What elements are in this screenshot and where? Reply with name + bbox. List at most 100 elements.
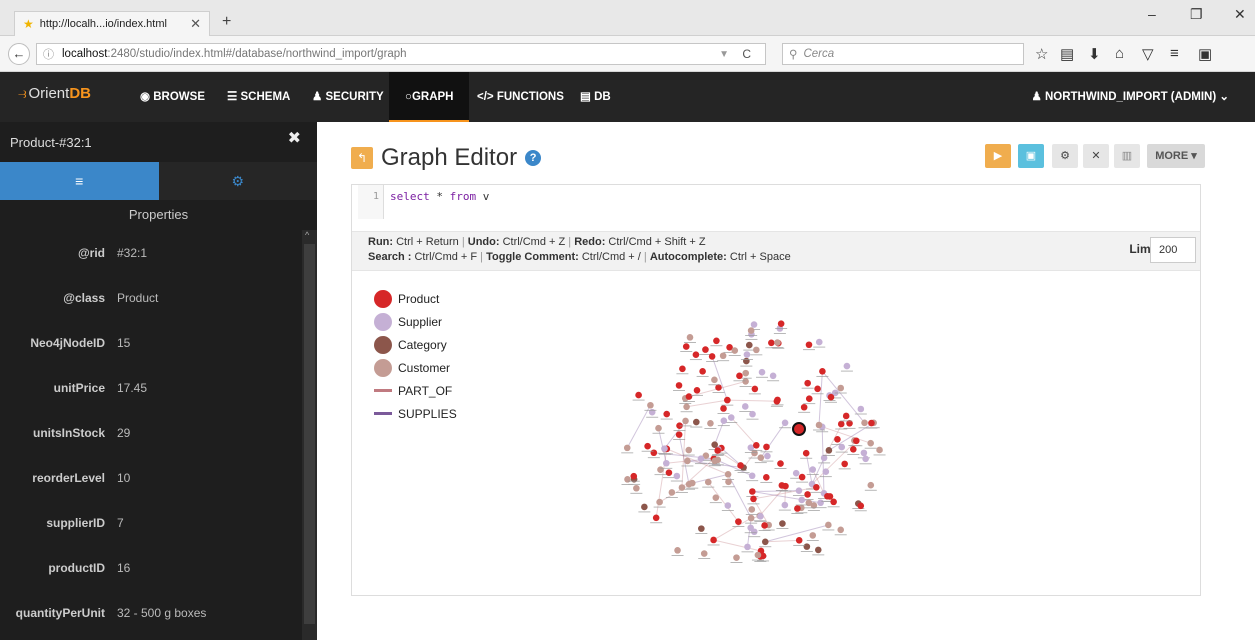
settings-button[interactable]: ⚙ xyxy=(1052,144,1078,168)
graph-node[interactable] xyxy=(744,543,751,551)
graph-node[interactable] xyxy=(704,478,712,486)
sidebar-scrollbar[interactable]: ^ xyxy=(302,230,317,640)
graph-node[interactable] xyxy=(860,449,868,457)
new-tab-button[interactable]: + xyxy=(222,13,231,31)
graph-node[interactable] xyxy=(683,403,690,411)
close-window-icon[interactable]: ✕ xyxy=(1234,6,1246,23)
graph-node[interactable] xyxy=(867,439,874,447)
graph-node[interactable] xyxy=(711,441,718,448)
graph-node[interactable] xyxy=(652,514,660,522)
graph-node[interactable] xyxy=(798,496,806,504)
graph-node[interactable] xyxy=(714,456,722,464)
graph-node[interactable] xyxy=(713,337,720,345)
graph-node[interactable] xyxy=(647,401,654,409)
graph-node[interactable] xyxy=(795,537,803,544)
graph-node[interactable] xyxy=(853,437,860,445)
graph-node[interactable] xyxy=(662,459,670,467)
graph-node[interactable] xyxy=(674,547,681,554)
graph-node[interactable] xyxy=(623,444,631,452)
graph-node[interactable] xyxy=(819,368,826,375)
graph-node[interactable] xyxy=(809,532,817,539)
graph-node[interactable] xyxy=(754,551,762,559)
graph-node[interactable] xyxy=(827,393,835,401)
graph-node[interactable] xyxy=(861,419,868,427)
minimize-icon[interactable]: – xyxy=(1148,6,1156,22)
nav-db[interactable]: ▤ DB xyxy=(580,72,611,122)
graph-node[interactable] xyxy=(720,417,728,424)
graph-node[interactable] xyxy=(698,525,705,532)
nav-schema[interactable]: ☰ SCHEMA xyxy=(227,72,290,122)
graph-node[interactable] xyxy=(724,502,732,509)
graph-node[interactable] xyxy=(675,431,683,438)
graph-node[interactable] xyxy=(825,447,833,454)
more-dropdown[interactable]: MORE ▾ xyxy=(1147,144,1205,168)
query-editor[interactable]: 1 select * from v xyxy=(358,185,1200,231)
graph-node[interactable] xyxy=(825,521,832,529)
graph-node[interactable] xyxy=(761,522,768,529)
graph-node[interactable] xyxy=(769,372,777,380)
graph-node[interactable] xyxy=(682,417,689,425)
graph-node[interactable] xyxy=(661,445,668,452)
graph-node[interactable] xyxy=(837,384,845,392)
graph-node[interactable] xyxy=(745,341,753,349)
graph-canvas[interactable] xyxy=(606,297,896,597)
graph-node[interactable] xyxy=(678,484,686,491)
graph-node[interactable] xyxy=(814,546,822,554)
graph-node[interactable] xyxy=(635,391,642,399)
maximize-icon[interactable]: ❐ xyxy=(1190,6,1203,23)
graph-node[interactable] xyxy=(794,505,801,512)
graph-node[interactable] xyxy=(838,443,846,451)
graph-node[interactable] xyxy=(815,421,823,429)
graph-node[interactable] xyxy=(685,393,693,400)
nav-graph[interactable]: ○GRAPH xyxy=(389,72,470,122)
graph-node[interactable] xyxy=(708,353,716,360)
graph-node[interactable] xyxy=(692,351,700,358)
run-button[interactable]: ▶ xyxy=(985,144,1011,168)
graph-node[interactable] xyxy=(822,468,830,476)
graph-node[interactable] xyxy=(749,488,756,495)
graph-node[interactable] xyxy=(805,341,813,349)
graph-node[interactable] xyxy=(697,455,705,462)
graph-node[interactable] xyxy=(763,474,770,481)
graph-node[interactable] xyxy=(800,403,808,411)
graph-node[interactable] xyxy=(778,482,786,489)
graph-node[interactable] xyxy=(817,499,824,507)
graph-node[interactable] xyxy=(764,452,771,460)
graph-node[interactable] xyxy=(803,543,811,550)
graph-node[interactable] xyxy=(777,320,785,327)
limit-input[interactable]: 200 xyxy=(1150,237,1196,263)
graph-node[interactable] xyxy=(757,454,765,462)
graph-node[interactable] xyxy=(779,520,786,527)
graph-node[interactable] xyxy=(751,385,759,393)
graph-node[interactable] xyxy=(700,550,708,557)
graph-node[interactable] xyxy=(774,396,781,404)
graph-node[interactable] xyxy=(735,518,742,525)
graph-node[interactable] xyxy=(763,443,770,451)
graph-node[interactable] xyxy=(742,369,750,377)
graph-node[interactable] xyxy=(724,396,731,404)
graph-node[interactable] xyxy=(748,472,756,480)
graph-node[interactable] xyxy=(876,446,883,454)
graph-node[interactable] xyxy=(814,385,821,393)
graph-node[interactable] xyxy=(743,351,751,358)
graph-node[interactable] xyxy=(714,447,721,454)
graph-node[interactable] xyxy=(757,513,764,520)
graph-node[interactable] xyxy=(804,379,811,387)
graph-node[interactable] xyxy=(867,481,875,489)
graph-node[interactable] xyxy=(753,442,760,449)
graph-node[interactable] xyxy=(798,473,806,481)
extension-icon[interactable]: ▣ xyxy=(1198,45,1212,63)
graph-node[interactable] xyxy=(699,368,706,375)
graph-node[interactable] xyxy=(843,362,851,370)
graph-node[interactable] xyxy=(850,446,857,453)
graph-node[interactable] xyxy=(682,343,690,350)
graph-node[interactable] xyxy=(749,410,756,418)
tab-settings[interactable]: ⚙ xyxy=(158,162,317,200)
graph-node[interactable] xyxy=(741,403,749,410)
graph-node[interactable] xyxy=(777,460,784,467)
save-button[interactable]: ▣ xyxy=(1018,144,1044,168)
graph-node[interactable] xyxy=(656,498,663,506)
tab-properties[interactable]: ≡ xyxy=(0,162,159,200)
menu-icon[interactable]: ≡ xyxy=(1170,45,1179,62)
graph-node[interactable] xyxy=(804,491,811,498)
